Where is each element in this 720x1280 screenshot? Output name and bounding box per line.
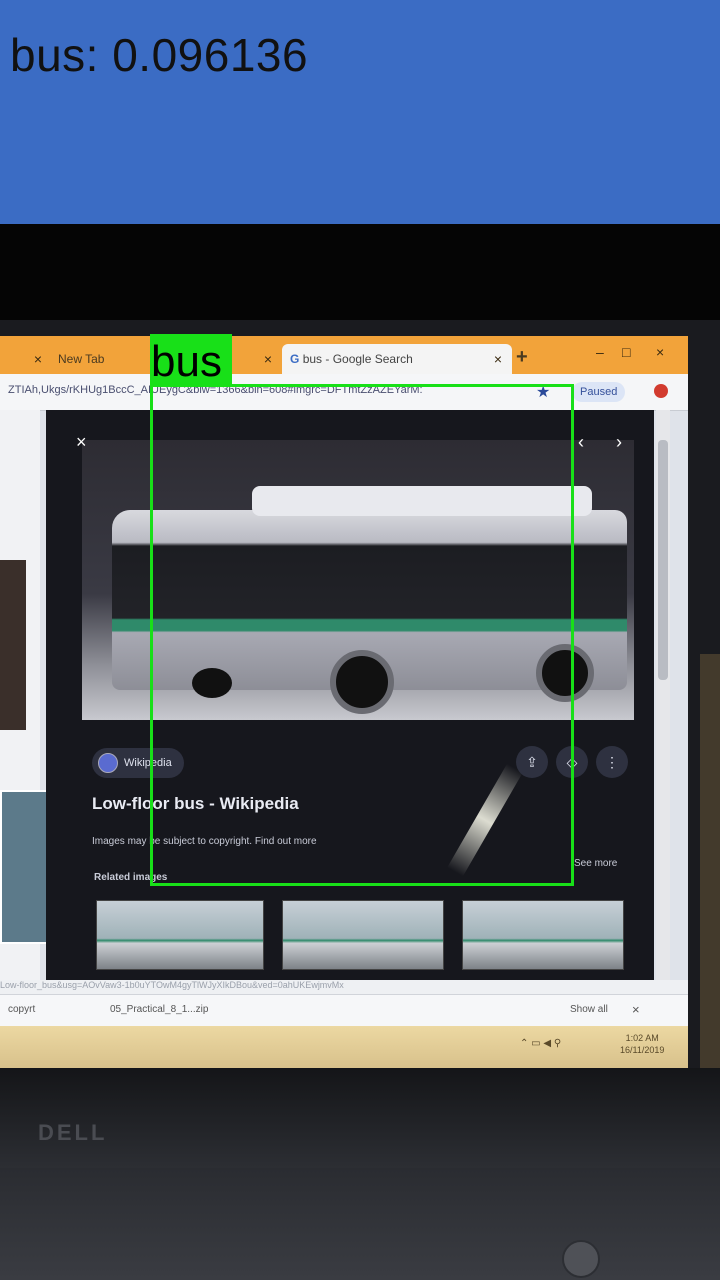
detection-bounding-box	[150, 384, 574, 886]
viewer-close-icon: ×	[76, 432, 87, 452]
profile-paused-badge: Paused	[572, 382, 626, 402]
detection-label: bus	[150, 334, 232, 384]
maximize-icon: □	[622, 344, 631, 360]
page-scrollbar	[656, 410, 670, 980]
download-file: 05_Practical_8_1...zip	[110, 1004, 209, 1015]
laptop-base	[0, 1168, 720, 1280]
tab-close-icon: ×	[33, 351, 42, 367]
tab-close-icon: ×	[263, 351, 272, 367]
taskbar-clock: 1:02 AM 16/11/2019	[620, 1033, 665, 1055]
related-image-thumbnail	[96, 900, 264, 970]
system-tray-icons: ⌃ ▭ ◀ ⚲	[520, 1038, 562, 1049]
downloads-bar: copyrt 05_Practical_8_1...zip Show all ×	[0, 994, 688, 1027]
download-item: copyrt	[8, 1004, 36, 1015]
laptop-brand-logo: DELL	[38, 1120, 108, 1145]
show-all-link: Show all	[570, 1004, 608, 1015]
camera-preview: × New Tab × G bus - Google Search × + – □ …	[0, 224, 720, 1280]
result-header: bus: 0.096136	[0, 0, 720, 224]
more-options-icon: ⋮	[596, 746, 628, 778]
result-thumbnail	[0, 560, 26, 730]
laptop-hinge	[0, 1068, 720, 1168]
new-tab-plus-icon: +	[516, 346, 528, 368]
see-more-link: See more	[574, 858, 618, 869]
windows-taskbar: ⌃ ▭ ◀ ⚲ 1:02 AM 16/11/2019	[0, 1026, 688, 1070]
window-close-icon: ×	[656, 344, 665, 360]
browser-tab-active: G bus - Google Search ×	[282, 344, 512, 374]
table-edge	[700, 654, 720, 1084]
tab-close-icon: ×	[493, 351, 502, 367]
related-image-thumbnail	[462, 900, 624, 970]
browser-tab: ×	[0, 344, 52, 374]
next-arrow-icon: ›	[616, 432, 622, 452]
browser-tab-bar: × New Tab × G bus - Google Search × + – □ …	[0, 336, 688, 374]
downloads-close-icon: ×	[632, 1002, 640, 1017]
browser-menu-icon	[654, 384, 668, 398]
prev-arrow-icon: ‹	[578, 432, 584, 452]
google-g-icon: G	[290, 352, 300, 366]
globe-icon	[98, 753, 118, 773]
scrollbar-thumb	[658, 440, 668, 680]
minimize-icon: –	[596, 344, 604, 360]
power-button	[562, 1240, 600, 1278]
status-url: Low-floor_bus&usg=AOvVaw3-1b0uYTOwM4gyTl…	[0, 980, 688, 994]
detection-result-text: bus: 0.096136	[10, 29, 309, 81]
related-image-thumbnail	[282, 900, 444, 970]
